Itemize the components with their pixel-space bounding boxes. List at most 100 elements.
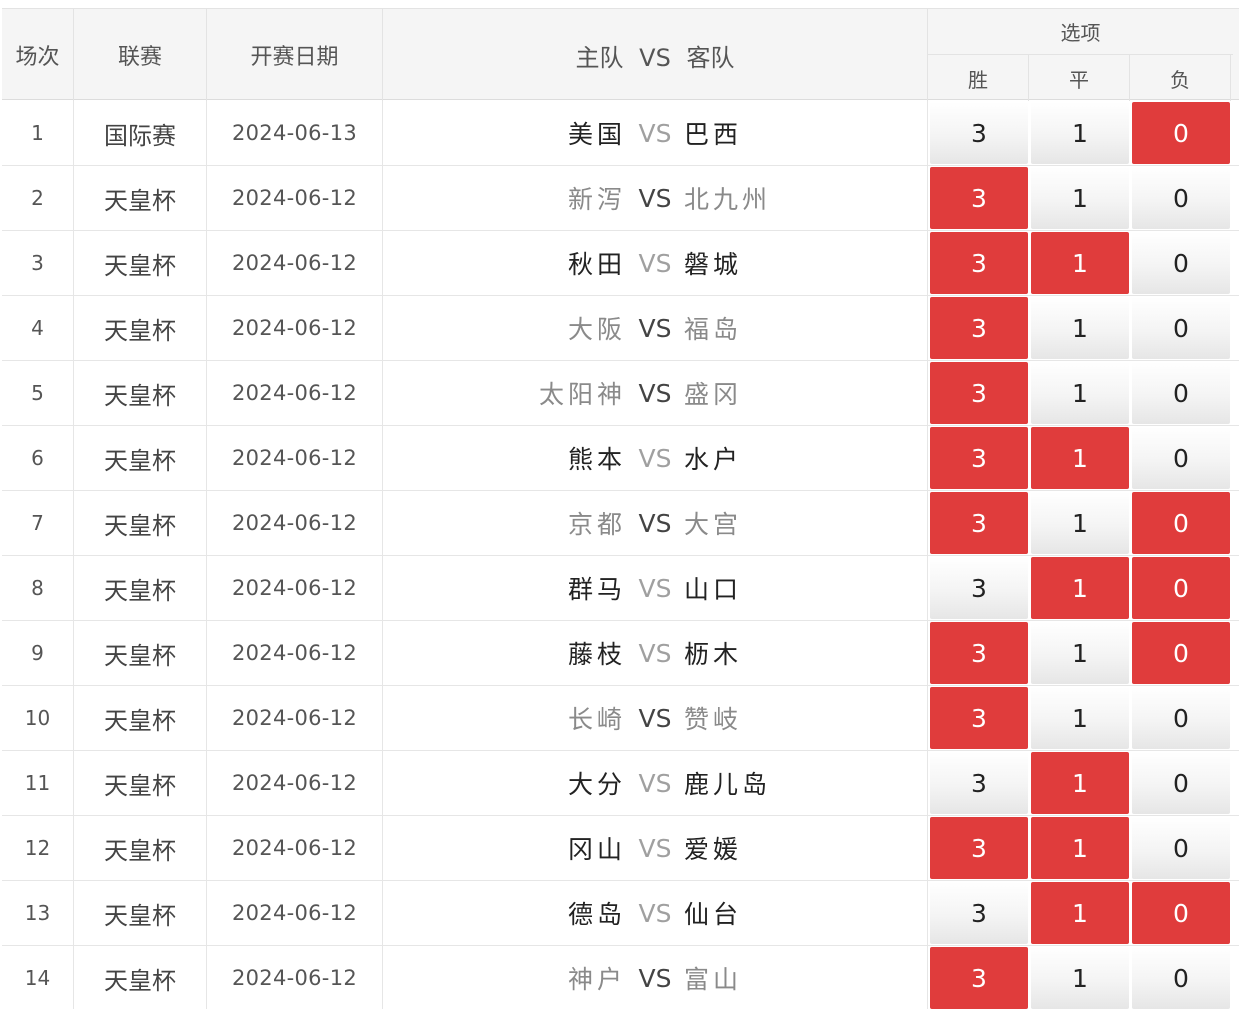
option-win-button[interactable]: 3 (930, 752, 1028, 814)
header-option-win: 胜 (928, 55, 1029, 101)
match-number: 10 (2, 686, 74, 750)
option-draw-button[interactable]: 1 (1031, 622, 1129, 684)
match-date: 2024-06-12 (207, 166, 383, 230)
option-lose-button[interactable]: 0 (1132, 622, 1230, 684)
home-team: 熊本 (567, 445, 626, 474)
option-draw-button[interactable]: 1 (1031, 167, 1129, 229)
match-number: 6 (2, 426, 74, 490)
match-number: 3 (2, 231, 74, 295)
match-date: 2024-06-12 (207, 621, 383, 685)
home-team: 藤枝 (567, 640, 626, 669)
match-number: 14 (2, 946, 74, 1009)
table-row: 2 天皇杯 2024-06-12 新泻 VS 北九州 3 1 0 (2, 166, 1239, 231)
match-teams: 大阪 VS 福岛 (383, 296, 928, 360)
away-team: 北九州 (684, 185, 772, 214)
match-number: 13 (2, 881, 74, 945)
option-lose-button[interactable]: 0 (1132, 557, 1230, 619)
match-number: 4 (2, 296, 74, 360)
header-league: 联赛 (74, 9, 207, 101)
option-draw-button[interactable]: 1 (1031, 427, 1129, 489)
table-header: 场次 联赛 开赛日期 主队 VS 客队 选项 胜 平 负 (2, 8, 1239, 101)
away-team: 福岛 (684, 315, 743, 344)
option-lose-button[interactable]: 0 (1132, 687, 1230, 749)
away-team: 鹿儿岛 (684, 770, 772, 799)
option-lose-button[interactable]: 0 (1132, 492, 1230, 554)
match-number: 11 (2, 751, 74, 815)
league-name: 天皇杯 (74, 751, 207, 815)
option-win-button[interactable]: 3 (930, 362, 1028, 424)
option-win-button[interactable]: 3 (930, 167, 1028, 229)
match-teams: 大分 VS 鹿儿岛 (383, 751, 928, 815)
match-teams: 秋田 VS 磐城 (383, 231, 928, 295)
option-win-button[interactable]: 3 (930, 622, 1028, 684)
league-name: 国际赛 (74, 101, 207, 165)
table-row: 3 天皇杯 2024-06-12 秋田 VS 磐城 3 1 0 (2, 231, 1239, 296)
match-teams: 新泻 VS 北九州 (383, 166, 928, 230)
match-date: 2024-06-12 (207, 491, 383, 555)
vs-label: VS (638, 573, 672, 603)
option-win-button[interactable]: 3 (930, 557, 1028, 619)
option-win-button[interactable]: 3 (930, 947, 1028, 1009)
match-date: 2024-06-12 (207, 296, 383, 360)
option-win-button[interactable]: 3 (930, 492, 1028, 554)
match-teams: 美国 VS 巴西 (383, 101, 928, 165)
vs-label: VS (638, 638, 672, 668)
option-lose-button[interactable]: 0 (1132, 102, 1230, 164)
option-lose-button[interactable]: 0 (1132, 427, 1230, 489)
match-date: 2024-06-12 (207, 686, 383, 750)
option-lose-button[interactable]: 0 (1132, 817, 1230, 879)
away-team: 爱媛 (684, 835, 743, 864)
option-lose-button[interactable]: 0 (1132, 297, 1230, 359)
option-win-button[interactable]: 3 (930, 882, 1028, 944)
option-lose-button[interactable]: 0 (1132, 232, 1230, 294)
option-draw-button[interactable]: 1 (1031, 687, 1129, 749)
table-row: 10 天皇杯 2024-06-12 长崎 VS 赞岐 3 1 0 (2, 686, 1239, 751)
option-win-button[interactable]: 3 (930, 687, 1028, 749)
home-team: 神户 (567, 965, 626, 994)
match-table: 场次 联赛 开赛日期 主队 VS 客队 选项 胜 平 负 1 国际赛 2024-06… (2, 8, 1239, 1009)
option-draw-button[interactable]: 1 (1031, 232, 1129, 294)
match-number: 5 (2, 361, 74, 425)
option-lose-button[interactable]: 0 (1132, 362, 1230, 424)
header-option-draw: 平 (1029, 55, 1130, 101)
option-lose-button[interactable]: 0 (1132, 167, 1230, 229)
league-name: 天皇杯 (74, 621, 207, 685)
away-team: 仙台 (684, 900, 743, 929)
home-team: 新泻 (567, 185, 626, 214)
match-teams: 藤枝 VS 枥木 (383, 621, 928, 685)
option-win-button[interactable]: 3 (930, 817, 1028, 879)
vs-label: VS (638, 963, 672, 993)
option-win-button[interactable]: 3 (930, 102, 1028, 164)
away-team: 巴西 (684, 120, 743, 149)
option-lose-button[interactable]: 0 (1132, 752, 1230, 814)
header-match: 主队 VS 客队 (383, 9, 928, 101)
option-draw-button[interactable]: 1 (1031, 362, 1129, 424)
option-draw-button[interactable]: 1 (1031, 297, 1129, 359)
option-lose-button[interactable]: 0 (1132, 882, 1230, 944)
option-lose-button[interactable]: 0 (1132, 947, 1230, 1009)
option-draw-button[interactable]: 1 (1031, 817, 1129, 879)
option-win-button[interactable]: 3 (930, 232, 1028, 294)
match-number: 9 (2, 621, 74, 685)
vs-label: VS (638, 183, 672, 213)
option-draw-button[interactable]: 1 (1031, 492, 1129, 554)
option-draw-button[interactable]: 1 (1031, 947, 1129, 1009)
option-draw-button[interactable]: 1 (1031, 102, 1129, 164)
header-option-lose: 负 (1130, 55, 1231, 101)
home-team: 德岛 (567, 900, 626, 929)
vs-label: VS (638, 833, 672, 863)
vs-label: VS (638, 898, 672, 928)
option-draw-button[interactable]: 1 (1031, 752, 1129, 814)
header-date: 开赛日期 (207, 9, 383, 101)
match-date: 2024-06-12 (207, 881, 383, 945)
match-number: 1 (2, 101, 74, 165)
league-name: 天皇杯 (74, 166, 207, 230)
away-team: 大宫 (684, 510, 743, 539)
table-row: 8 天皇杯 2024-06-12 群马 VS 山口 3 1 0 (2, 556, 1239, 621)
away-team: 富山 (684, 965, 743, 994)
away-team: 磐城 (684, 250, 743, 279)
option-draw-button[interactable]: 1 (1031, 557, 1129, 619)
option-win-button[interactable]: 3 (930, 297, 1028, 359)
option-draw-button[interactable]: 1 (1031, 882, 1129, 944)
option-win-button[interactable]: 3 (930, 427, 1028, 489)
